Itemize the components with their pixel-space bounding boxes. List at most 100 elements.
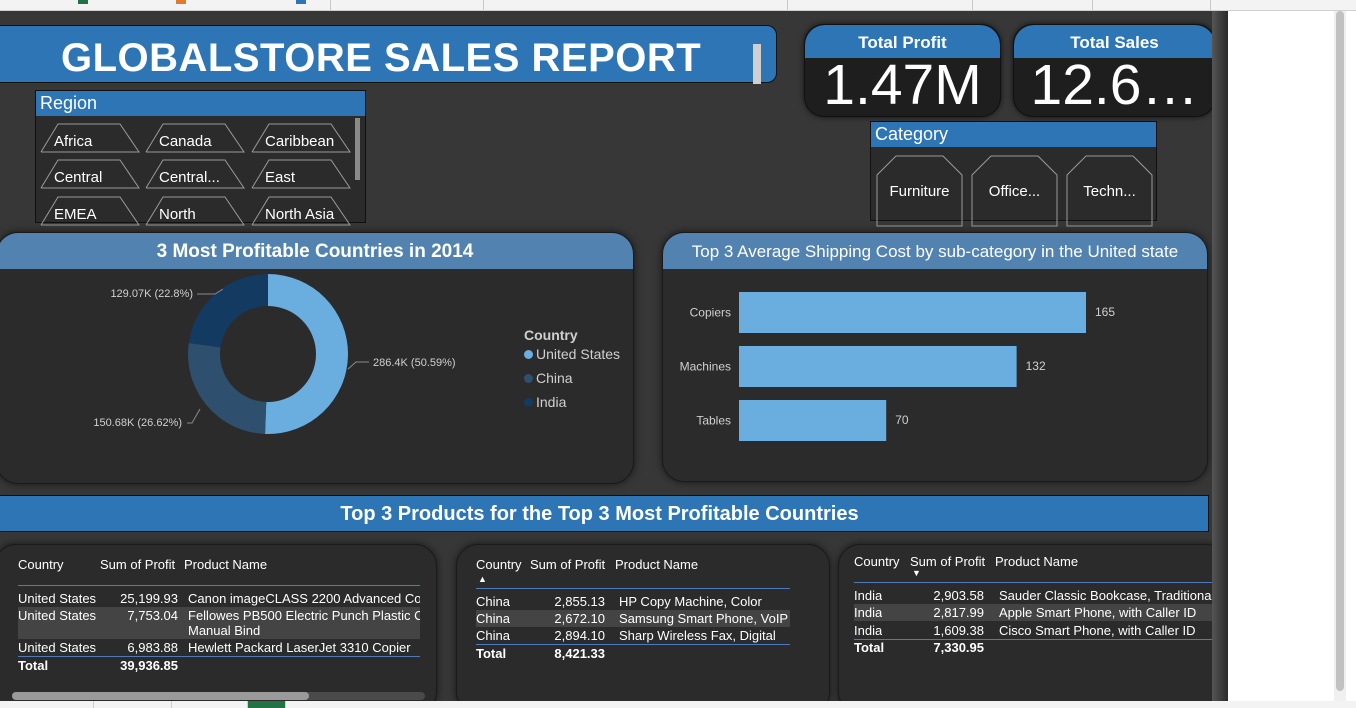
bar-chart: Copiers 165 Machines 132 Tables 70 xyxy=(680,292,1115,441)
total-profit-card[interactable]: Total Profit 1.47M xyxy=(804,24,1001,117)
donut-slice-india[interactable] xyxy=(188,274,268,348)
table-row[interactable]: United States 6,983.88 Hewlett Packard Las… xyxy=(18,639,420,656)
cell-country: United States xyxy=(18,640,97,655)
table-row[interactable]: United States 7,753.04 Fellowes PB500 Elec… xyxy=(18,607,420,639)
donut-slice-united-states[interactable] xyxy=(265,274,348,434)
cell-country: India xyxy=(854,588,883,603)
donut-slice-china[interactable] xyxy=(188,342,267,434)
region-chip-label: Central xyxy=(54,169,103,186)
table-horizontal-scrollbar[interactable] xyxy=(12,692,425,700)
legend-item-china[interactable]: China xyxy=(524,370,573,386)
cell-country: China xyxy=(476,628,510,643)
column-header-sum-of-profit[interactable]: Sum of Profit xyxy=(910,554,985,569)
ribbon-divider xyxy=(787,0,788,10)
donut-data-label-india: 129.07K (22.8%) xyxy=(110,288,193,300)
total-sum-of-profit: 8,421.33 xyxy=(554,646,605,661)
category-chip-office[interactable]: Office... xyxy=(971,155,1058,227)
cell-country: China xyxy=(476,611,510,626)
region-chip-emea[interactable]: EMEA xyxy=(40,196,140,226)
cell-sum-of-profit: 6,983.88 xyxy=(127,640,178,655)
cell-sum-of-profit: 2,894.10 xyxy=(554,628,605,643)
region-chip-north-asia[interactable]: North Asia xyxy=(251,196,351,226)
region-chip-east[interactable]: East xyxy=(251,159,351,189)
region-chip-central[interactable]: Central xyxy=(40,159,140,189)
bar-chart-title: Top 3 Average Shipping Cost by sub-categ… xyxy=(663,233,1207,269)
canvas-edge-shadow xyxy=(1212,11,1228,701)
bar-category-label: Tables xyxy=(696,414,731,428)
sheet-tab[interactable] xyxy=(94,701,172,708)
region-chip-central[interactable]: Central... xyxy=(145,159,245,189)
sheet-tab-strip xyxy=(0,701,1356,708)
category-slicer: Category Furniture Office... Techn... xyxy=(870,121,1157,227)
category-chip-techn[interactable]: Techn... xyxy=(1066,155,1153,227)
legend-dot-icon xyxy=(524,350,533,359)
cell-product-name-continued: Manual Bind xyxy=(188,623,261,638)
top-products-band: Top 3 Products for the Top 3 Most Profit… xyxy=(0,495,1209,532)
bar-value-label: 132 xyxy=(1026,359,1046,373)
header-separator xyxy=(18,585,420,586)
cell-sum-of-profit: 2,672.10 xyxy=(554,611,605,626)
legend-item-united-states[interactable]: United States xyxy=(524,346,620,362)
category-chip-furniture[interactable]: Furniture xyxy=(876,155,963,227)
cell-sum-of-profit: 2,903.58 xyxy=(933,588,984,603)
column-header-country[interactable]: Country xyxy=(854,554,900,569)
legend-dot-icon xyxy=(524,398,533,407)
ribbon-divider xyxy=(483,0,484,10)
column-header-product-name[interactable]: Product Name xyxy=(615,557,698,572)
region-chip-label: Central... xyxy=(159,169,220,186)
region-chip-canada[interactable]: Canada xyxy=(145,123,245,153)
bar-machines[interactable] xyxy=(739,346,1017,387)
sheet-tab[interactable] xyxy=(172,701,248,708)
region-chip-north[interactable]: North xyxy=(145,196,245,226)
sheet-tab-active[interactable] xyxy=(248,701,286,708)
cell-country: United States xyxy=(18,608,97,623)
column-header-country[interactable]: Country xyxy=(18,557,64,572)
table-row[interactable]: India 1,609.38 Cisco Smart Phone, with Cal… xyxy=(854,622,1215,639)
donut-leader-line xyxy=(347,361,369,370)
region-chip-label: Africa xyxy=(54,133,93,150)
column-header-sum-of-profit[interactable]: Sum of Profit xyxy=(530,557,605,572)
table-total-row: Total 39,936.85 xyxy=(18,657,420,674)
table-row[interactable]: China 2,672.10 Samsung Smart Phone, VoIP xyxy=(476,610,790,627)
ribbon-divider xyxy=(972,0,973,10)
cell-sum-of-profit: 7,753.04 xyxy=(127,608,178,623)
sort-descending-icon[interactable]: ▼ xyxy=(912,568,921,578)
column-header-product-name[interactable]: Product Name xyxy=(995,554,1078,569)
region-slicer-scrollbar[interactable] xyxy=(355,118,360,180)
table-row[interactable]: China 2,894.10 Sharp Wireless Fax, Digital xyxy=(476,627,790,644)
scrollbar-thumb[interactable] xyxy=(12,692,309,700)
profitable-countries-panel: 3 Most Profitable Countries in 2014 286.… xyxy=(0,232,634,484)
bar-tables[interactable] xyxy=(739,400,887,441)
report-title-bar: GLOBALSTORE SALES REPORT xyxy=(0,25,777,84)
vertical-scrollbar-thumb[interactable] xyxy=(1336,11,1344,691)
column-header-country[interactable]: Country xyxy=(476,557,522,572)
table-row[interactable]: India 2,903.58 Sauder Classic Bookcase, Tr… xyxy=(854,587,1215,604)
column-header-product-name[interactable]: Product Name xyxy=(184,557,267,572)
vertical-scrollbar[interactable] xyxy=(1334,11,1346,701)
column-header-sum-of-profit[interactable]: Sum of Profit xyxy=(100,557,175,572)
chart-icon xyxy=(176,0,186,4)
sheet-tab[interactable] xyxy=(16,701,94,708)
category-chip-label: Techn... xyxy=(1083,183,1136,200)
bar-copiers[interactable] xyxy=(739,292,1086,333)
total-sales-card[interactable]: Total Sales 12.6… xyxy=(1013,24,1216,117)
region-chip-caribbean[interactable]: Caribbean xyxy=(251,123,351,153)
total-profit-value: 1.47M xyxy=(823,53,982,117)
table-row[interactable]: United States 25,199.93 Canon imageCLASS 2… xyxy=(18,590,420,607)
donut-chart-title: 3 Most Profitable Countries in 2014 xyxy=(0,233,633,269)
donut-data-label-united-states: 286.4K (50.59%) xyxy=(373,357,456,369)
table-row[interactable]: India 2,817.99 Apple Smart Phone, with Cal… xyxy=(854,604,1215,621)
region-chip-label: Caribbean xyxy=(265,133,335,150)
table-icon xyxy=(296,0,306,4)
total-label: Total xyxy=(476,646,507,661)
sort-ascending-icon[interactable]: ▲ xyxy=(478,574,487,584)
shipping-cost-panel: Top 3 Average Shipping Cost by sub-categ… xyxy=(662,232,1208,482)
report-title: GLOBALSTORE SALES REPORT xyxy=(61,36,702,80)
cell-product-name: Apple Smart Phone, with Caller ID xyxy=(999,605,1197,620)
cell-country: China xyxy=(476,594,510,609)
legend-item-india[interactable]: India xyxy=(524,394,566,410)
excel-icon xyxy=(78,0,88,4)
donut-legend-title: Country xyxy=(524,327,578,343)
region-chip-africa[interactable]: Africa xyxy=(40,123,140,153)
table-row[interactable]: China 2,855.13 HP Copy Machine, Color xyxy=(476,593,790,610)
